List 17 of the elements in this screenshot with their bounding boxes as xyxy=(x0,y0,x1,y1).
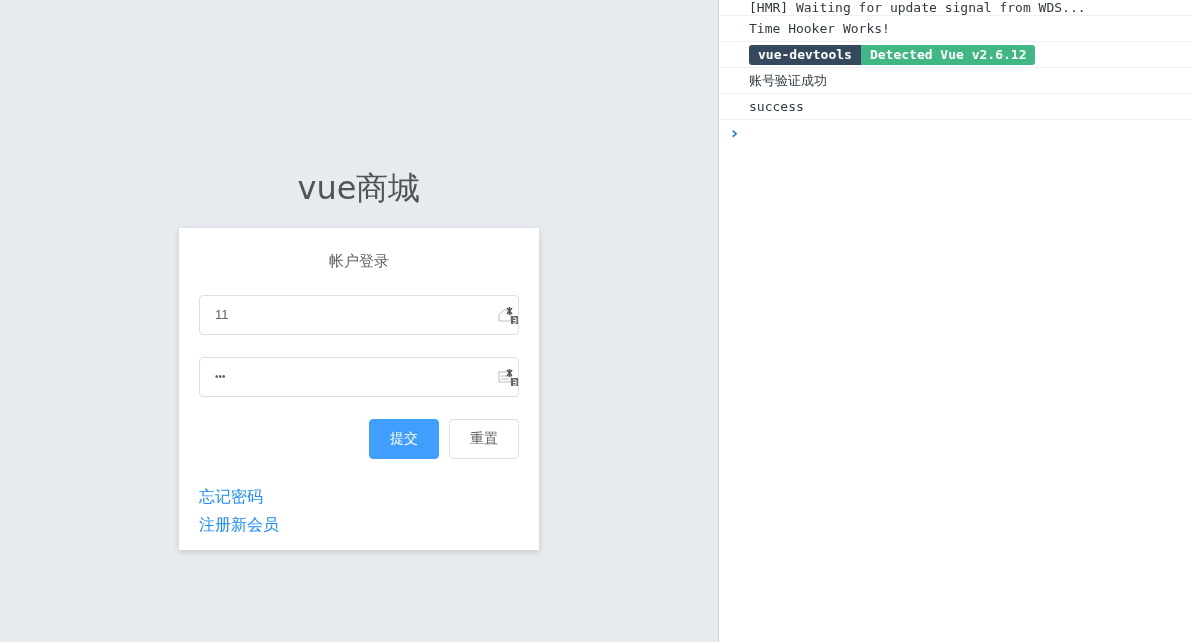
autofill-icon[interactable] xyxy=(498,305,518,324)
console-message: 账号验证成功 xyxy=(749,71,827,90)
console-prompt[interactable]: › xyxy=(729,118,740,146)
autofill-icon[interactable] xyxy=(498,367,518,386)
text-link[interactable]: 注册新会员 xyxy=(199,510,279,539)
console-message: Time Hooker Works! xyxy=(749,19,890,38)
password-field[interactable]: ••• xyxy=(199,356,519,397)
devtools-badge: vue-devtools xyxy=(749,44,861,65)
text-link[interactable]: 忘记密码 xyxy=(199,482,263,511)
console-message: success xyxy=(749,97,804,116)
card-title: 帐户登录 xyxy=(329,251,389,271)
console-message: [HMR] Waiting for update signal from WDS... xyxy=(749,0,1086,17)
username-field[interactable]: 11 xyxy=(199,294,519,335)
reset-button[interactable]: 重置 xyxy=(449,418,519,459)
vue-version-badge: Detected Vue v2.6.12 xyxy=(860,44,1036,65)
app-title: vue商城 xyxy=(297,168,421,208)
submit-button[interactable]: 提交 xyxy=(369,418,439,459)
